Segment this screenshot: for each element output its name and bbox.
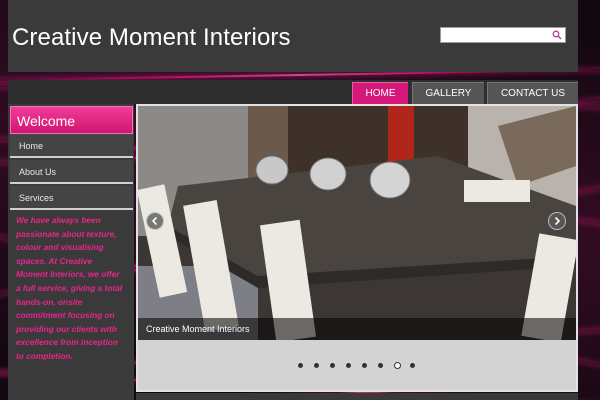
- search-input[interactable]: [441, 31, 549, 46]
- slideshow: Creative Moment Interiors: [136, 104, 578, 392]
- slide-caption: Creative Moment Interiors: [138, 318, 576, 340]
- slide-dot[interactable]: [378, 363, 383, 368]
- slide-pager: [138, 360, 576, 374]
- page-frame: Creative Moment Interiors HOME GALLERY C…: [8, 0, 578, 400]
- nav-contact-us[interactable]: CONTACT US: [487, 82, 578, 104]
- search-icon[interactable]: [552, 30, 562, 40]
- sidebar-item-services[interactable]: Services: [10, 186, 133, 210]
- slide-dot[interactable]: [314, 363, 319, 368]
- site-title[interactable]: Creative Moment Interiors: [12, 24, 291, 52]
- content-bottom-bar: [136, 393, 578, 400]
- sidebar-item-home[interactable]: Home: [10, 134, 133, 158]
- sidebar: Welcome Home About Us Services We have a…: [8, 104, 134, 400]
- main-nav: HOME GALLERY CONTACT US: [8, 80, 578, 104]
- sidebar-item-about-us[interactable]: About Us: [10, 160, 133, 184]
- slide-dot[interactable]: [394, 362, 401, 369]
- site-header: Creative Moment Interiors: [8, 0, 578, 72]
- intro-text: We have always been passionate about tex…: [16, 215, 123, 361]
- slide-dot[interactable]: [330, 363, 335, 368]
- slide-dot[interactable]: [346, 363, 351, 368]
- chevron-left-icon: [151, 216, 158, 226]
- dining-room-image: [138, 106, 576, 340]
- slide-dot[interactable]: [362, 363, 367, 368]
- nav-gallery[interactable]: GALLERY: [412, 82, 484, 104]
- sidebar-heading: Welcome: [10, 106, 133, 134]
- prev-slide-button[interactable]: [146, 212, 164, 230]
- slide-photo[interactable]: Creative Moment Interiors: [138, 106, 576, 340]
- nav-home[interactable]: HOME: [352, 82, 408, 104]
- next-slide-button[interactable]: [548, 212, 566, 230]
- chevron-right-icon: [554, 216, 561, 226]
- search-box[interactable]: [440, 27, 566, 46]
- slide-dot[interactable]: [410, 363, 415, 368]
- slide-dot[interactable]: [298, 363, 303, 368]
